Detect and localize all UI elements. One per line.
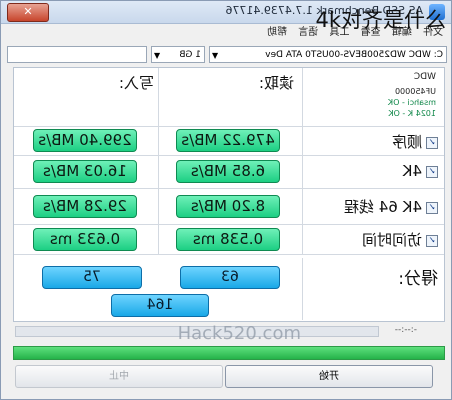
stop-button[interactable]: 中止 (15, 365, 223, 388)
alignment-status: 1024 K - OK (388, 109, 436, 118)
menu-help[interactable]: 帮助 (267, 24, 287, 42)
drive-select[interactable]: C: WDC WD2500BEVS-00UST0 ATA Dev ▼ (209, 46, 447, 63)
4k-label-wrap: ✓ 4K (403, 162, 438, 180)
drive-model: WDC (413, 72, 436, 82)
score-divider (302, 258, 303, 320)
score-area: 得分: 63 75 164 (14, 258, 444, 320)
watermark-text: Hack520.com (177, 323, 301, 344)
4k-write-value: 16.03 MB/s (33, 160, 137, 183)
size-select-value: 1 GB (179, 50, 201, 60)
4k64-write-value: 29.28 MB/s (33, 195, 137, 218)
access-label: 访问时间 (361, 231, 422, 249)
seq-label-wrap: ✓ 顺序 (392, 131, 438, 152)
4k-row: ✓ 4K 6.85 MB/s 16.03 MB/s (14, 155, 444, 189)
seq-write-value: 299.40 MB/s (33, 129, 137, 152)
read-header: 读取: (258, 74, 294, 92)
results-panel: WDC UF450000 msahci - OK 1024 K - OK 读取:… (13, 67, 445, 322)
write-header: 写入: (118, 74, 154, 92)
4k64-label-wrap: ✓ 4K 64 线程 (344, 196, 438, 217)
total-score: 164 (111, 294, 209, 317)
4k-checkbox[interactable]: ✓ (426, 165, 438, 178)
empty-field (7, 46, 147, 63)
drive-info: WDC UF450000 msahci - OK 1024 K - OK (320, 72, 436, 119)
4k64-read-value: 8.20 MB/s (176, 195, 280, 218)
4k64-checkbox[interactable]: ✓ (426, 201, 438, 214)
chevron-down-icon: ▼ (212, 51, 219, 60)
4k-read-value: 6.85 MB/s (176, 160, 280, 183)
access-row: ✓ 访问时间 0.538 ms 0.633 ms (14, 224, 444, 255)
drive-select-value: C: WDC WD2500BEVS-00UST0 ATA Dev (265, 50, 443, 60)
size-select[interactable]: 1 GB ▼ (151, 46, 205, 63)
benchmark-window: AS SSD Benchmark 1.7.4739.41776 ✕ 文件 编辑 … (0, 0, 452, 400)
access-checkbox[interactable]: ✓ (426, 234, 438, 247)
drive-firmware: UF450000 (395, 87, 436, 96)
seq-label: 顺序 (391, 133, 422, 151)
header-row: WDC UF450000 msahci - OK 1024 K - OK 读取:… (14, 68, 444, 127)
4k64-label: 4K 64 线程 (343, 198, 422, 216)
seq-read-value: 479.22 MB/s (176, 129, 280, 152)
close-button[interactable]: ✕ (7, 3, 49, 22)
start-button[interactable]: 开始 (225, 365, 433, 388)
toolbar: C: WDC WD2500BEVS-00UST0 ATA Dev ▼ 1 GB … (1, 43, 451, 67)
seq-checkbox[interactable]: ✓ (426, 136, 438, 149)
access-read-value: 0.538 ms (176, 228, 280, 251)
caption-text: 4k对齐是什么 (315, 8, 446, 32)
access-label-wrap: ✓ 访问时间 (362, 229, 438, 250)
write-score: 75 (42, 266, 142, 289)
elapsed-time: -:--:-- (394, 325, 417, 335)
4k64-row: ✓ 4K 64 线程 8.20 MB/s 29.28 MB/s (14, 188, 444, 225)
access-write-value: 0.633 ms (33, 228, 137, 251)
read-score: 63 (180, 266, 280, 289)
chevron-down-icon: ▼ (154, 51, 161, 60)
4k-label: 4K (402, 162, 422, 180)
seq-row: ✓ 顺序 479.22 MB/s 299.40 MB/s (14, 126, 444, 156)
progress-bar (13, 346, 445, 360)
driver-status: msahci - OK (387, 98, 436, 107)
score-label: 得分: (398, 269, 438, 289)
